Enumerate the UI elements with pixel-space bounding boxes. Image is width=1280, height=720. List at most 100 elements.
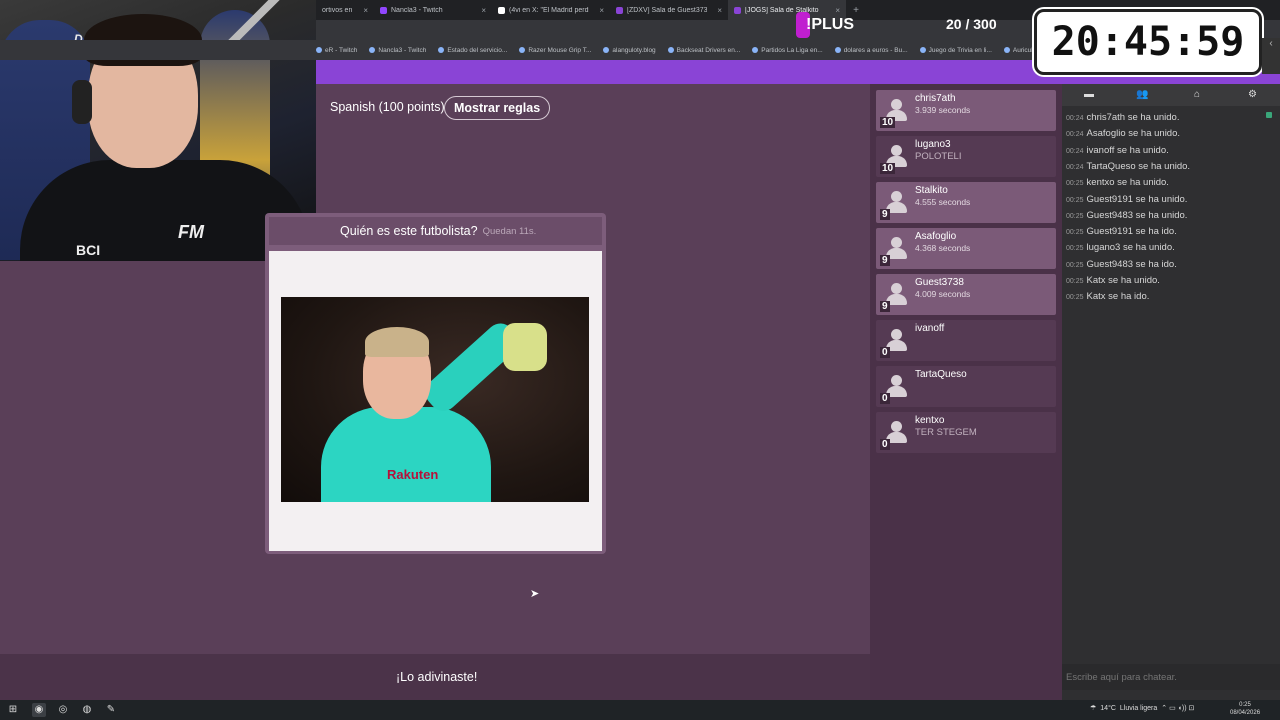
window-scroll-button[interactable]: ‹ — [1262, 38, 1280, 74]
bookmark-favicon-icon — [316, 47, 322, 53]
chat-timestamp: 00:25 — [1066, 196, 1084, 204]
bookmark-item[interactable]: Nancla3 - Twitch — [369, 47, 426, 54]
player-row[interactable]: 0 TartaQueso — [876, 366, 1056, 407]
question-timer: Quedan 11s. — [482, 225, 537, 237]
player-name: Stalkito — [915, 185, 948, 196]
chat-text: Guest9483 se ha ido. — [1086, 258, 1177, 270]
chat-input[interactable] — [1062, 664, 1280, 690]
chat-message: 00:25 Guest9483 se ha unido. — [1066, 210, 1187, 221]
photo-hair — [365, 327, 429, 357]
avatar: 0 — [878, 368, 912, 405]
player-row[interactable]: 0 kentxo TER STEGEM — [876, 412, 1056, 453]
guessed-message: ¡Lo adivinaste! — [396, 670, 478, 684]
question-header: Quién es este futbolista? Quedan 11s. — [269, 217, 602, 245]
browser-tab[interactable]: Nancla3 - Twitch × — [374, 0, 492, 20]
bookmark-favicon-icon — [752, 47, 759, 53]
bookmark-item[interactable]: alanguloty.blog — [603, 47, 656, 54]
bookmark-item[interactable]: Juego de Trivia en li... — [919, 47, 992, 54]
chat-message: 00:25 Guest9191 se ha ido. — [1066, 226, 1177, 237]
bookmark-label: Nancla3 - Twitch — [378, 46, 427, 54]
player-info: POLOTELI — [915, 151, 962, 162]
gear-icon[interactable]: ⚙ — [1248, 89, 1257, 100]
avatar: 10 — [878, 92, 912, 129]
avatar: 9 — [878, 276, 912, 313]
tab-favicon-icon — [380, 6, 387, 14]
stream-clock: 20:45:59 — [1034, 9, 1262, 75]
tab-title: ortivos en direc — [322, 6, 353, 14]
bookmark-item[interactable]: Razer Mouse Grip T... — [519, 47, 591, 54]
bookmark-item[interactable]: dolares a euros - Bu... — [834, 46, 908, 54]
bookmark-label: dolares a euros - Bu... — [843, 46, 908, 54]
avatar: 10 — [878, 138, 912, 175]
obs-icon[interactable]: ◍ — [80, 703, 94, 717]
windows-start-icon[interactable]: ⊞ — [6, 703, 20, 717]
bookmark-item[interactable]: Estado del servicio... — [438, 47, 507, 54]
chat-timestamp: 00:24 — [1066, 147, 1084, 155]
close-tab-icon[interactable]: × — [481, 6, 486, 15]
chat-message: 00:25 Katx se ha unido. — [1066, 275, 1160, 286]
player-row[interactable]: 0 ivanoff — [876, 320, 1056, 361]
chat-message: 00:25 lugano3 se ha unido. — [1066, 242, 1175, 253]
bookmark-label: Estado del servicio... — [447, 46, 508, 54]
avatar: 0 — [878, 322, 912, 359]
show-rules-button[interactable]: Mostrar reglas — [444, 96, 551, 120]
chat-text: Guest9191 se ha ido. — [1086, 226, 1177, 238]
users-icon[interactable]: 👥 — [1136, 89, 1148, 100]
headset-icon — [72, 80, 92, 124]
chat-message: 00:25 Guest9191 se ha unido. — [1066, 194, 1187, 205]
chat-message: 00:24 Asafoglio se ha unido. — [1066, 128, 1180, 139]
system-clock[interactable]: 0:25 08/04/2026 — [1230, 701, 1260, 717]
player-info: 3.939 seconds — [915, 105, 971, 115]
chrome-profile-icon[interactable]: ◎ — [56, 703, 70, 717]
chat-timestamp: 00:25 — [1066, 212, 1084, 220]
avatar-head — [891, 99, 902, 110]
chat-text: ivanoff se ha unido. — [1086, 144, 1169, 156]
question-text: Quién es este futbolista? — [340, 224, 478, 238]
close-tab-icon[interactable]: × — [599, 6, 604, 15]
close-tab-icon[interactable]: × — [717, 6, 722, 15]
player-info: TER STEGEM — [915, 427, 977, 438]
chat-text: Katx se ha ido. — [1086, 291, 1150, 303]
weather-widget[interactable]: ☂ 14°C Lluvia ligera ⌃ ▭ ◖)) ⊡ — [1090, 704, 1194, 713]
browser-tab[interactable]: (4vi en X: "El Madrid perdió la × — [492, 0, 610, 20]
tab-favicon-icon — [734, 6, 741, 14]
chat-text: Katx se ha unido. — [1086, 275, 1160, 286]
player-row[interactable]: 9 Asafoglio 4.368 seconds — [876, 228, 1056, 269]
player-score: 10 — [880, 163, 896, 174]
avatar: 0 — [878, 414, 912, 451]
player-row[interactable]: 9 Stalkito 4.555 seconds — [876, 182, 1056, 223]
chat-icon[interactable]: ▬ — [1084, 89, 1094, 100]
bookmark-label: eR - Twitch — [325, 46, 358, 54]
plus-overlay: !PLUS — [796, 10, 854, 40]
player-score: 0 — [880, 393, 890, 404]
close-tab-icon[interactable]: × — [363, 6, 368, 15]
player-row[interactable]: 10 lugano3 POLOTELI — [876, 136, 1056, 177]
chat-message: 00:25 Guest9483 se ha ido. — [1066, 259, 1177, 270]
app-icon[interactable]: ✎ — [104, 703, 118, 717]
chat-timestamp: 00:25 — [1066, 180, 1084, 188]
player-row[interactable]: 10 chris7ath 3.939 seconds — [876, 90, 1056, 131]
windows-taskbar — [0, 700, 1280, 720]
shirt-logo: FM — [178, 222, 204, 242]
chrome-icon[interactable]: ◉ — [32, 703, 46, 717]
avatar-head — [891, 421, 902, 432]
avatar-head — [891, 375, 902, 386]
tab-favicon-icon — [498, 6, 505, 14]
player-row[interactable]: 9 Guest3738 4.009 seconds — [876, 274, 1056, 315]
browser-tab[interactable]: ortivos en direc × — [316, 0, 374, 20]
bookmark-item[interactable]: Backseat Drivers en... — [667, 46, 741, 54]
player-name: Guest3738 — [915, 277, 964, 288]
bookmark-item[interactable]: eR - Twitch — [316, 47, 357, 54]
bookmark-item[interactable]: Partidos La Liga en... — [752, 47, 823, 54]
chat-message: 00:24 ivanoff se ha unido. — [1066, 145, 1169, 156]
home-icon[interactable]: ⌂ — [1194, 89, 1200, 100]
mouse-cursor-icon: ➤ — [530, 588, 540, 600]
chat-message: 00:24 TartaQueso se ha unido. — [1066, 161, 1190, 172]
browser-tab[interactable]: [ZDXV] Sala de Guest3738 × — [610, 0, 728, 20]
chat-text: Asafoglio se ha unido. — [1086, 128, 1181, 140]
bookmark-favicon-icon — [519, 47, 526, 53]
sponsor-logo: BCI — [76, 242, 101, 258]
chat-timestamp: 00:25 — [1066, 278, 1084, 285]
bookmark-label: Backseat Drivers en... — [676, 46, 741, 54]
bookmark-favicon-icon — [369, 47, 376, 53]
